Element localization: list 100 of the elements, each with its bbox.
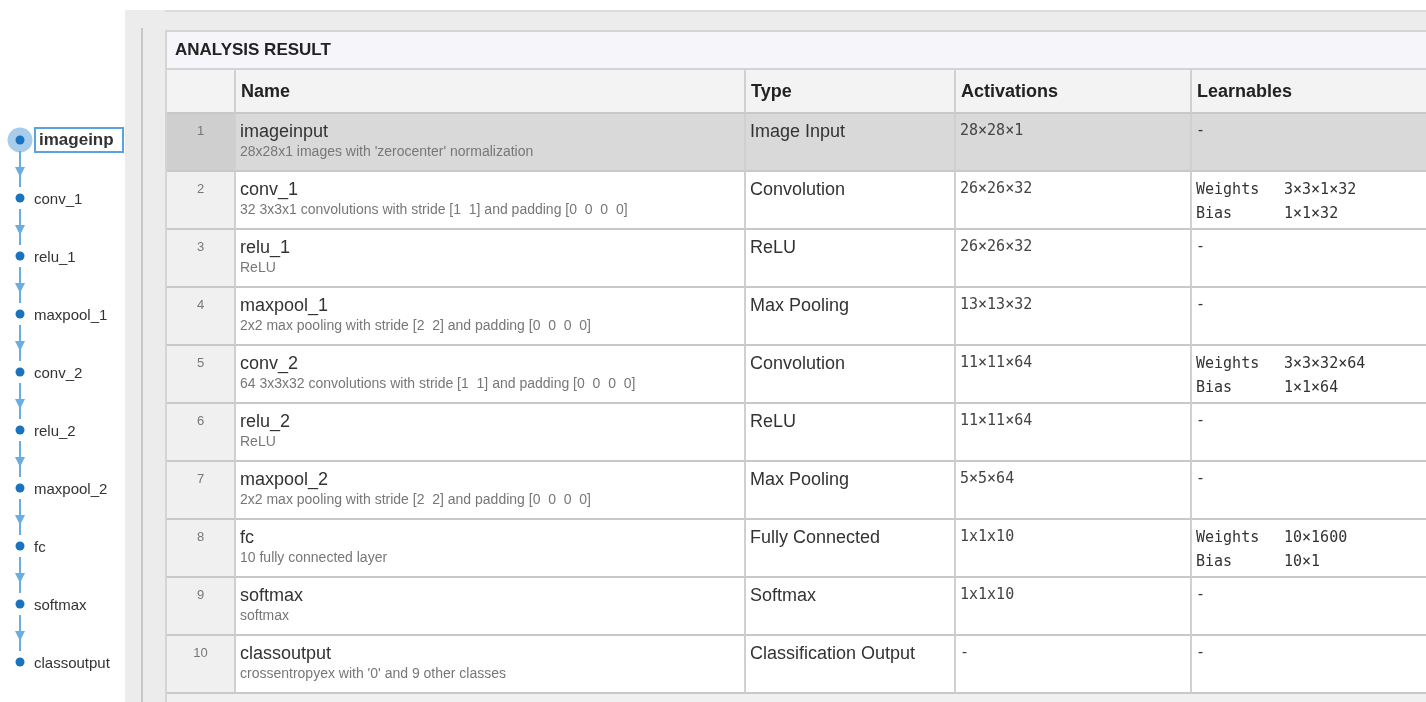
- layer-name: conv_2: [240, 353, 300, 374]
- layer-type: ReLU: [750, 237, 798, 258]
- table-row[interactable]: 4 maxpool_1 2x2 max pooling with stride [2 2] and padding [0 0 0 0] Max Pooling 13×13×32 -: [167, 288, 1426, 346]
- layer-description: ReLU: [240, 433, 277, 449]
- table-row[interactable]: 1 imageinput 28x28x1 images with 'zerocenter' normalization Image Input 28×28×1 -: [167, 114, 1426, 172]
- row-number: 2: [196, 181, 205, 198]
- layer-name: maxpool_2: [240, 469, 330, 490]
- layer-type: Max Pooling: [750, 295, 851, 316]
- learnable-size: 1×1×64: [1284, 377, 1339, 398]
- panel-title: ANALYSIS RESULT: [167, 32, 1426, 70]
- node-label[interactable]: conv_1: [34, 189, 83, 207]
- layer-type: Image Input: [750, 121, 847, 142]
- layer-name: classoutput: [240, 643, 333, 664]
- row-number: 6: [196, 413, 205, 430]
- layer-type: ReLU: [750, 411, 798, 432]
- layer-description: 10 fully connected layer: [240, 549, 389, 565]
- learnable-size: 3×3×32×64: [1284, 353, 1366, 374]
- node-label[interactable]: relu_1: [34, 247, 76, 265]
- learnable-size: -: [1196, 237, 1207, 255]
- layer-description: softmax: [240, 607, 290, 623]
- learnable-name: Weights: [1196, 353, 1261, 374]
- column-header: Name: [236, 70, 746, 114]
- activation-size: 26×26×32: [960, 237, 1034, 255]
- row-number: 9: [196, 587, 205, 604]
- layer-description: 2x2 max pooling with stride [2 2] and padding [0 0 0 0]: [240, 317, 592, 333]
- layer-name: fc: [240, 527, 255, 548]
- node-label[interactable]: fc: [34, 537, 46, 555]
- activation-size: -: [960, 643, 971, 661]
- layer-type: Classification Output: [750, 643, 917, 664]
- table-row[interactable]: 6 relu_2 ReLU ReLU 11×11×64 -: [167, 404, 1426, 462]
- node-dot-icon[interactable]: [7, 127, 33, 153]
- row-number: 4: [196, 297, 205, 314]
- layer-description: 2x2 max pooling with stride [2 2] and padding [0 0 0 0]: [240, 491, 592, 507]
- connector-arrow: [14, 383, 26, 419]
- layer-description: 32 3x3x1 convolutions with stride [1 1] and padding [0 0 0 0]: [240, 201, 629, 217]
- column-header: Type: [746, 70, 956, 114]
- layer-name: conv_1: [240, 179, 300, 200]
- layer-description: 28x28x1 images with 'zerocenter' normalization: [240, 143, 535, 159]
- layer-description: ReLU: [240, 259, 277, 275]
- activation-size: 11×11×64: [960, 411, 1034, 429]
- layer-description: 64 3x3x32 convolutions with stride [1 1] and padding [0 0 0 0]: [240, 375, 637, 391]
- connector-arrow: [14, 615, 26, 651]
- node-label[interactable]: relu_2: [34, 421, 76, 439]
- row-number: 7: [196, 471, 205, 488]
- layer-name: relu_1: [240, 237, 292, 258]
- connector-arrow: [14, 441, 26, 477]
- activation-size: 28×28×1: [960, 121, 1025, 139]
- row-number: 3: [196, 239, 205, 256]
- activation-size: 1x1x10: [960, 527, 1016, 545]
- connector-arrow: [14, 209, 26, 245]
- row-number: 1: [196, 123, 205, 140]
- table-row[interactable]: 10 classoutput crossentropyex with '0' and 9 other classes Classification Output - -: [167, 636, 1426, 694]
- connector-arrow: [14, 499, 26, 535]
- activation-size: 11×11×64: [960, 353, 1034, 371]
- node-label[interactable]: conv_2: [34, 363, 83, 381]
- learnable-name: Bias: [1196, 377, 1234, 398]
- layer-type: Convolution: [750, 353, 847, 374]
- column-header: Activations: [956, 70, 1192, 114]
- row-number: 10: [193, 645, 208, 662]
- node-label[interactable]: classoutput: [34, 653, 110, 671]
- learnable-size: -: [1196, 585, 1207, 603]
- layer-type: Max Pooling: [750, 469, 851, 490]
- learnable-size: -: [1196, 121, 1207, 139]
- table-row[interactable]: 2 conv_1 32 3x3x1 convolutions with stride [1 1] and padding [0 0 0 0] Convolution 26×26×32 Weights 3×3×1×32 Bias 1×1×32: [167, 172, 1426, 230]
- learnable-size: 3×3×1×32: [1284, 179, 1357, 200]
- row-number: 5: [196, 355, 205, 372]
- learnable-size: 10×1600: [1284, 527, 1348, 548]
- layer-name: relu_2: [240, 411, 292, 432]
- table-row[interactable]: 3 relu_1 ReLU ReLU 26×26×32 -: [167, 230, 1426, 288]
- connector-arrow: [14, 557, 26, 593]
- table-row[interactable]: 9 softmax softmax Softmax 1x1x10 -: [167, 578, 1426, 636]
- learnable-size: -: [1196, 469, 1207, 487]
- connector-arrow: [14, 325, 26, 361]
- connector-arrow: [14, 151, 26, 187]
- activation-size: 26×26×32: [960, 179, 1034, 197]
- table-row[interactable]: 7 maxpool_2 2x2 max pooling with stride [2 2] and padding [0 0 0 0] Max Pooling 5×5×64 -: [167, 462, 1426, 520]
- learnable-size: -: [1196, 643, 1207, 661]
- learnable-size: -: [1196, 411, 1207, 429]
- table-row[interactable]: 5 conv_2 64 3x3x32 convolutions with stride [1 1] and padding [0 0 0 0] Convolution 11×11×64 Weights 3×3×32×64 Bias 1×1×64: [167, 346, 1426, 404]
- activation-size: 5×5×64: [960, 469, 1016, 487]
- table-row[interactable]: 8 fc 10 fully connected layer Fully Connected 1x1x10 Weights 10×1600 Bias 10×1: [167, 520, 1426, 578]
- layer-type: Fully Connected: [750, 527, 882, 548]
- activation-size: 1x1x10: [960, 585, 1016, 603]
- learnable-name: Weights: [1196, 527, 1261, 548]
- learnable-name: Bias: [1196, 203, 1234, 224]
- row-number: 8: [196, 529, 205, 546]
- layer-name: maxpool_1: [240, 295, 330, 316]
- layer-name: softmax: [240, 585, 305, 606]
- layer-type: Convolution: [750, 179, 847, 200]
- node-label[interactable]: imageinp: [34, 127, 124, 153]
- node-label[interactable]: softmax: [34, 595, 87, 613]
- layer-name: imageinput: [240, 121, 330, 142]
- learnable-size: -: [1196, 295, 1207, 313]
- node-label[interactable]: maxpool_1: [34, 305, 108, 323]
- learnable-size: 1×1×32: [1284, 203, 1339, 224]
- activation-size: 13×13×32: [960, 295, 1034, 313]
- learnable-name: Bias: [1196, 551, 1234, 572]
- layer-type: Softmax: [750, 585, 818, 606]
- node-label[interactable]: maxpool_2: [34, 479, 108, 497]
- connector-arrow: [14, 267, 26, 303]
